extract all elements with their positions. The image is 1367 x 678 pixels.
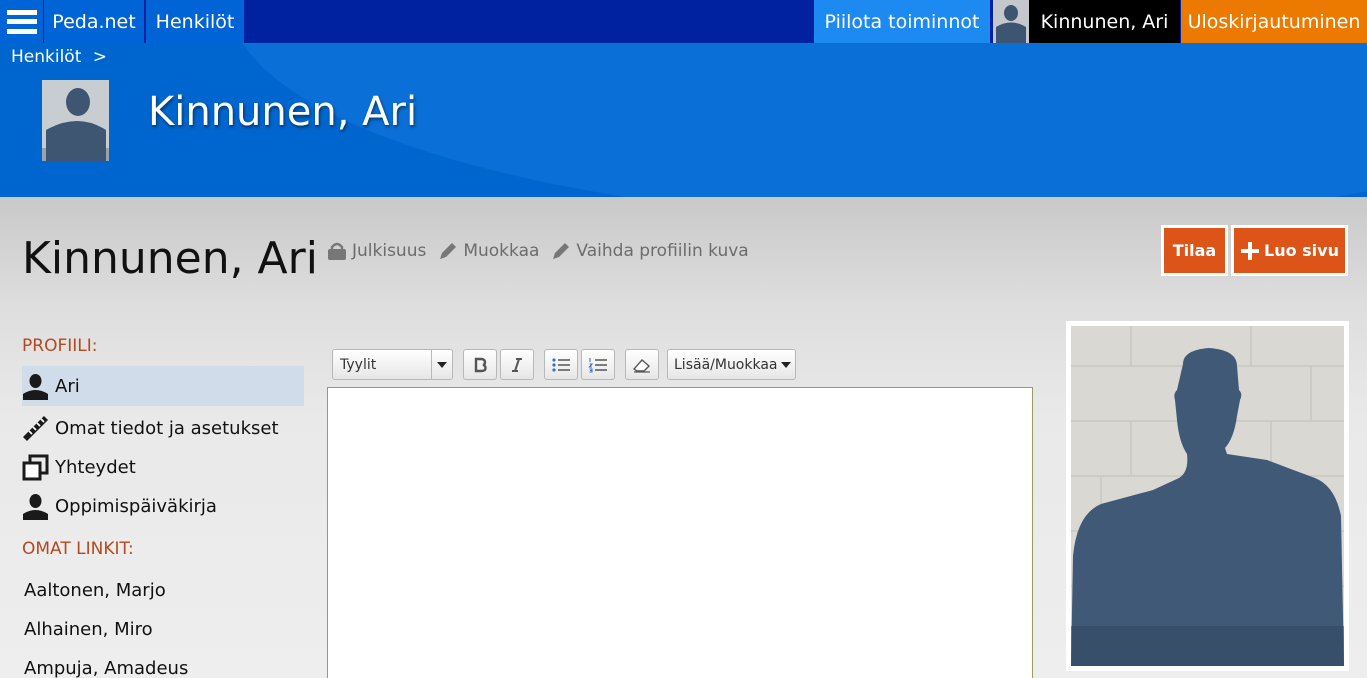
profile-picture xyxy=(1066,321,1349,671)
user-name-link[interactable]: Kinnunen, Ari xyxy=(1029,0,1180,43)
logout-button[interactable]: Uloskirjautuminen xyxy=(1181,0,1367,43)
hamburger-menu-button[interactable] xyxy=(0,0,43,43)
bold-icon xyxy=(474,357,487,372)
chevron-down-icon xyxy=(431,350,452,379)
pencil-icon xyxy=(440,243,457,259)
main-content: Kinnunen, Ari Julkisuus Muokkaa Vaihda p… xyxy=(0,197,1367,678)
rich-text-editor-area[interactable] xyxy=(327,387,1033,678)
sidebar-item-settings[interactable]: Omat tiedot ja asetukset xyxy=(22,408,304,448)
user-avatar[interactable] xyxy=(993,0,1029,43)
header-title: Kinnunen, Ari xyxy=(148,89,418,135)
change-profile-picture-link[interactable]: Vaihda profiilin kuva xyxy=(551,241,749,261)
own-link-item[interactable]: Ampuja, Amadeus xyxy=(24,658,188,678)
sidebar-item-connections[interactable]: Yhteydet xyxy=(22,447,304,487)
sidebar-item-ari[interactable]: Ari xyxy=(22,366,304,406)
own-links-heading: OMAT LINKIT: xyxy=(22,539,134,559)
connections-icon xyxy=(22,454,49,480)
italic-button[interactable] xyxy=(500,349,534,380)
own-link-item[interactable]: Aaltonen, Marjo xyxy=(24,580,166,601)
hide-actions-button[interactable]: Piilota toiminnot xyxy=(814,0,990,43)
pencil-icon xyxy=(553,243,570,259)
page-actions: Julkisuus Muokkaa Vaihda profiilin kuva xyxy=(327,241,749,261)
nav-peda-net[interactable]: Peda.net xyxy=(44,0,144,43)
breadcrumb-henkilot[interactable]: Henkilöt xyxy=(11,47,81,67)
person-icon xyxy=(23,493,48,520)
visibility-link[interactable]: Julkisuus xyxy=(327,241,426,261)
edit-link[interactable]: Muokkaa xyxy=(438,241,539,261)
own-link-item[interactable]: Alhainen, Miro xyxy=(24,619,153,640)
chevron-down-icon xyxy=(778,350,795,379)
sidebar-item-learning-diary[interactable]: Oppimispäiväkirja xyxy=(22,486,304,526)
hamburger-icon xyxy=(6,7,37,37)
nav-henkilot[interactable]: Henkilöt xyxy=(146,0,244,43)
eraser-icon xyxy=(632,358,651,373)
top-navigation-bar: Peda.net Henkilöt Piilota toiminnot Kinn… xyxy=(0,0,1367,43)
page-title: Kinnunen, Ari xyxy=(22,233,318,284)
breadcrumb-separator: > xyxy=(92,47,108,67)
profile-header: Henkilöt > Kinnunen, Ari xyxy=(0,43,1367,197)
profile-section-heading: PROFIILI: xyxy=(22,336,98,356)
breadcrumb: Henkilöt > xyxy=(11,47,107,67)
header-avatar xyxy=(42,80,109,161)
remove-format-button[interactable] xyxy=(625,349,659,380)
editor-toolbar: Tyylit Lisää/Muokkaa xyxy=(332,349,796,381)
person-icon xyxy=(23,373,48,400)
bulleted-list-icon xyxy=(552,357,570,372)
styles-dropdown[interactable]: Tyylit xyxy=(332,349,453,380)
numbered-list-icon xyxy=(588,357,607,373)
italic-icon xyxy=(512,357,522,372)
lock-icon xyxy=(328,242,346,260)
bulleted-list-button[interactable] xyxy=(544,349,578,380)
insert-edit-dropdown[interactable]: Lisää/Muokkaa xyxy=(667,349,796,380)
plus-icon xyxy=(1241,241,1259,260)
create-page-button[interactable]: Luo sivu xyxy=(1231,225,1348,276)
numbered-list-button[interactable] xyxy=(581,349,615,380)
bold-button[interactable] xyxy=(463,349,497,380)
order-button[interactable]: Tilaa xyxy=(1161,225,1228,276)
ruler-icon xyxy=(23,415,48,441)
